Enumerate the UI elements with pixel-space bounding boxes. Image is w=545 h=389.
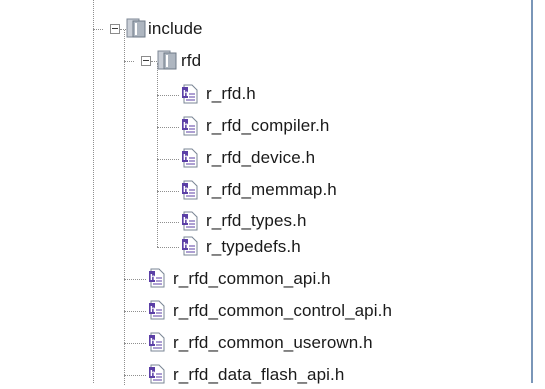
header-file-icon: h [182, 236, 198, 256]
svg-text:h: h [183, 241, 189, 250]
file-tree-panel: include rfd h r_rfd.h h r_rfd_compiler.h… [0, 0, 545, 385]
header-file-icon: h [182, 180, 198, 200]
tree-node-label: r_rfd.h [206, 84, 256, 103]
tree-node-label: r_rfd_types.h [206, 211, 307, 230]
tree-file-item[interactable]: r_rfd_types.h [206, 207, 307, 235]
tree-file-item[interactable]: r_typedefs.h [206, 233, 301, 261]
collapse-expander[interactable] [141, 56, 151, 66]
tree-node-label: r_rfd_compiler.h [206, 116, 330, 135]
tree-file-item[interactable]: r_rfd_memmap.h [206, 176, 337, 204]
tree-guide-line [157, 222, 179, 223]
panel-border [531, 0, 533, 383]
tree-file-item[interactable]: r_rfd_compiler.h [206, 112, 330, 140]
tree-file-item[interactable]: r_rfd.h [206, 80, 256, 108]
folder-icon [157, 50, 177, 70]
tree-file-item[interactable]: r_rfd_common_control_api.h [173, 297, 392, 325]
svg-text:h: h [183, 121, 189, 130]
tree-node-label: r_rfd_common_userown.h [173, 333, 373, 352]
tree-guide-line [157, 191, 179, 192]
tree-guide-line [124, 343, 146, 344]
svg-text:h: h [150, 305, 156, 314]
header-file-icon: h [182, 148, 198, 168]
svg-text:h: h [150, 369, 156, 378]
header-file-icon: h [182, 116, 198, 136]
tree-file-item[interactable]: r_rfd_device.h [206, 144, 315, 172]
tree-file-item[interactable]: r_rfd_common_userown.h [173, 329, 373, 357]
header-file-icon: h [149, 332, 165, 352]
header-file-icon: h [182, 84, 198, 104]
header-file-icon: h [149, 300, 165, 320]
tree-guide-line [157, 247, 179, 248]
tree-node-label: r_rfd_data_flash_api.h [173, 365, 345, 384]
svg-text:h: h [150, 337, 156, 346]
tree-node-label: r_rfd_common_api.h [173, 269, 331, 288]
svg-text:h: h [183, 153, 189, 162]
tree-node-label: r_typedefs.h [206, 237, 301, 256]
tree-guide-line [157, 127, 179, 128]
tree-file-item[interactable]: r_rfd_data_flash_api.h [173, 361, 344, 389]
tree-guide-line [157, 95, 179, 96]
tree-file-item[interactable]: r_rfd_common_api.h [173, 265, 331, 293]
tree-node-label: r_rfd_memmap.h [206, 180, 337, 199]
svg-text:h: h [183, 89, 189, 98]
header-file-icon: h [182, 211, 198, 231]
header-file-icon: h [149, 268, 165, 288]
collapse-expander[interactable] [110, 24, 120, 34]
tree-guide-line [157, 159, 179, 160]
tree-guide-line [157, 63, 158, 247]
svg-text:h: h [183, 216, 189, 225]
tree-guide-line [124, 61, 134, 62]
svg-text:h: h [150, 273, 156, 282]
tree-node-label: rfd [181, 51, 202, 70]
tree-guide-line [93, 29, 103, 30]
svg-text:h: h [183, 185, 189, 194]
tree-guide-line [124, 279, 146, 280]
tree-guide-line [124, 311, 146, 312]
tree-node-label: r_rfd_device.h [206, 148, 316, 167]
tree-guide-line [124, 30, 125, 385]
folder-icon [126, 18, 146, 38]
tree-node-include[interactable]: include [148, 15, 203, 43]
tree-node-label: include [148, 19, 203, 38]
tree-node-label: r_rfd_common_control_api.h [173, 301, 392, 320]
tree-node-rfd[interactable]: rfd [181, 47, 201, 75]
tree-guide-line [93, 0, 94, 383]
header-file-icon: h [149, 364, 165, 384]
tree-guide-line [124, 375, 146, 376]
